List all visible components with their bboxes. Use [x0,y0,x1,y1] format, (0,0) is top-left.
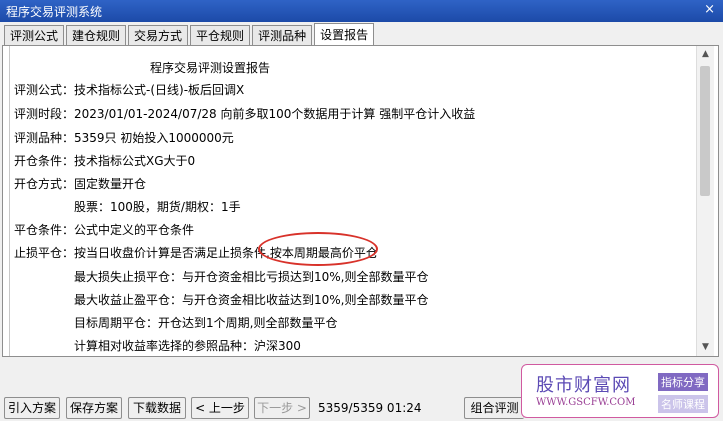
tab-formula[interactable]: 评测公式 [4,25,65,45]
download-data-button[interactable]: 下载数据 [128,397,186,419]
progress-status: 5359/5359 01:24 [318,401,422,415]
close-icon[interactable]: × [704,2,715,17]
watermark-badge-share: 指标分享 [658,373,708,391]
report-line: 目标周期平仓：开仓达到1个周期,则全部数量平仓 [74,316,338,330]
report-line: 开仓方式：固定数量开仓 [14,177,147,191]
scroll-thumb[interactable] [700,66,710,196]
report-text-area[interactable]: 程序交易评测设置报告 评测公式：技术指标公式-(日线)-板后回调X 评测时段：2… [9,46,701,356]
report-line: 最大收益止盈平仓：与开仓资金相比收益达到10%,则全部数量平仓 [74,293,429,307]
scroll-up-icon[interactable]: ▲ [697,46,714,63]
report-heading: 程序交易评测设置报告 [150,61,271,75]
report-line: 评测品种：5359只 初始投入1000000元 [14,131,234,145]
report-panel: 程序交易评测设置报告 评测公式：技术指标公式-(日线)-板后回调X 评测时段：2… [2,45,719,357]
window-title: 程序交易评测系统 [6,5,103,19]
report-line: 计算相对收益率选择的参照品种：沪深300 [74,339,301,353]
vertical-scrollbar[interactable]: ▲ ▼ [696,46,714,356]
save-plan-button[interactable]: 保存方案 [66,397,122,419]
report-line: 平仓条件：公式中定义的平仓条件 [14,223,195,237]
report-line: 评测公式：技术指标公式-(日线)-板后回调X [14,83,245,97]
highlight-ellipse [258,232,378,266]
tab-entry-rules[interactable]: 建仓规则 [66,25,127,45]
watermark-title: 股市财富网 [536,375,631,396]
tab-exit-rules[interactable]: 平仓规则 [190,25,251,45]
tab-strip: 评测公式 建仓规则 交易方式 平仓规则 评测品种 设置报告 [4,23,376,45]
tab-settings-report[interactable]: 设置报告 [314,23,375,45]
title-bar: 程序交易评测系统 × [0,0,723,22]
import-plan-button[interactable]: 引入方案 [4,397,60,419]
next-step-button: 下一步 > [254,397,310,419]
tab-trade-mode[interactable]: 交易方式 [128,25,189,45]
tab-instruments[interactable]: 评测品种 [252,25,313,45]
prev-step-button[interactable]: < 上一步 [191,397,249,419]
scroll-down-icon[interactable]: ▼ [697,339,714,356]
report-line: 股票：100股，期货/期权：1手 [74,200,241,214]
watermark-badge-course: 名师课程 [658,395,708,413]
report-line: 开仓条件：技术指标公式XG大于0 [14,154,196,168]
watermark-logo: 股市财富网 WWW.GSCFW.COM 指标分享 名师课程 [521,364,719,418]
watermark-url: WWW.GSCFW.COM [536,397,636,408]
report-line: 评测时段：2023/01/01-2024/07/28 向前多取100个数据用于计… [14,107,476,121]
report-line: 最大损失止损平仓：与开仓资金相比亏损达到10%,则全部数量平仓 [74,270,429,284]
combo-eval-button[interactable]: 组合评测 [464,397,524,419]
